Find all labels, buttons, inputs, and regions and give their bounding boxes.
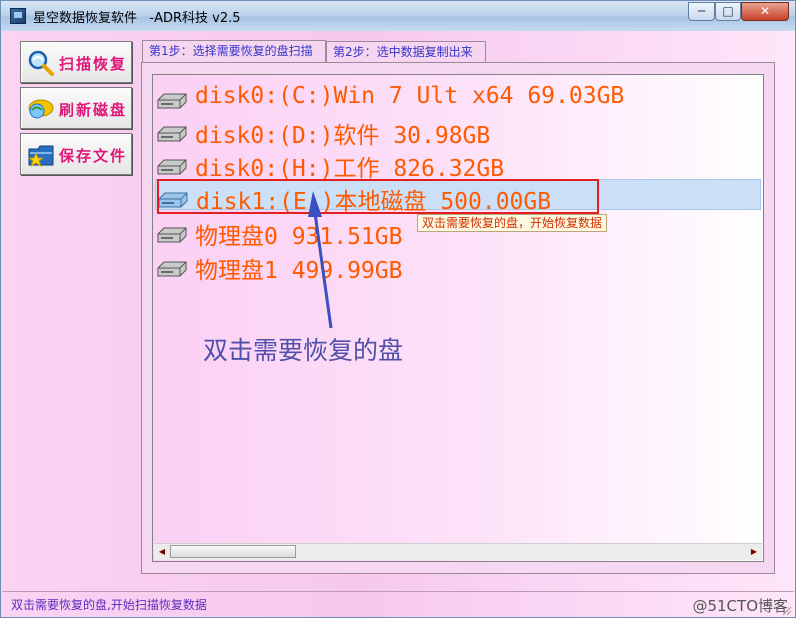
scan-recover-label: 扫描恢复 — [59, 55, 128, 73]
title-bar[interactable]: 星空数据恢复软件 -ADR科技 v2.5 ─ □ ✕ — [1, 1, 795, 31]
window-title: 星空数据恢复软件 -ADR科技 v2.5 — [33, 11, 241, 26]
hard-disk-icon — [157, 93, 187, 109]
tooltip: 双击需要恢复的盘，开始恢复数据 — [417, 214, 608, 232]
horizontal-scrollbar[interactable]: ◀ ▶ — [154, 543, 762, 560]
save-file-button[interactable]: 保存文件 — [20, 133, 132, 175]
disk-list[interactable]: disk0:(C:)Win 7 Ult x64 69.03GB disk0:(D… — [152, 74, 764, 562]
highlight-box — [157, 179, 599, 214]
tab-step1[interactable]: 第1步：选择需要恢复的盘扫描 — [142, 40, 326, 63]
scroll-thumb[interactable] — [170, 545, 296, 558]
minimize-button[interactable]: ─ — [688, 2, 715, 21]
disk-label: disk0:(H:)工作 826.32GB — [195, 156, 505, 182]
disk-label: disk0:(C:)Win 7 Ult x64 69.03GB — [195, 83, 625, 109]
disk-label: 物理盘0 931.51GB — [195, 224, 403, 250]
resize-grip-icon[interactable] — [782, 606, 792, 616]
close-button[interactable]: ✕ — [741, 2, 789, 21]
magnifier-icon — [28, 50, 54, 76]
watermark: @51CTO博客 — [692, 597, 788, 615]
disk-label: 物理盘1 499.99GB — [195, 258, 403, 284]
app-window: 星空数据恢复软件 -ADR科技 v2.5 ─ □ ✕ 扫描恢复 刷新磁盘 保存文… — [0, 0, 796, 618]
disk-label: disk0:(D:)软件 30.98GB — [195, 123, 491, 149]
hard-disk-icon — [157, 126, 187, 142]
disk-item[interactable]: disk0:(H:)工作 826.32GB — [155, 147, 761, 182]
folder-star-icon — [27, 145, 54, 167]
globe-icon — [28, 99, 54, 119]
hard-disk-icon — [157, 159, 187, 175]
tab-step2[interactable]: 第2步：选中数据复制出来 — [326, 41, 486, 62]
annotation-text: 双击需要恢复的盘 — [203, 336, 404, 365]
refresh-disk-label: 刷新磁盘 — [59, 101, 128, 119]
hard-disk-icon — [157, 261, 187, 277]
disk-item[interactable]: disk0:(D:)软件 30.98GB — [155, 114, 761, 149]
status-bar: 双击需要恢复的盘,开始扫描恢复数据 @51CTO博客 — [2, 591, 794, 618]
scroll-right-icon[interactable]: ▶ — [747, 545, 761, 559]
maximize-button[interactable]: □ — [715, 2, 741, 21]
disk-item[interactable]: 物理盘1 499.99GB — [155, 249, 761, 284]
refresh-disk-button[interactable]: 刷新磁盘 — [20, 87, 132, 129]
disk-item[interactable]: disk0:(C:)Win 7 Ult x64 69.03GB — [155, 81, 761, 112]
status-text: 双击需要恢复的盘,开始扫描恢复数据 — [11, 598, 207, 612]
save-file-label: 保存文件 — [59, 147, 128, 165]
app-icon — [10, 8, 26, 24]
hard-disk-icon — [157, 227, 187, 243]
scroll-left-icon[interactable]: ◀ — [155, 545, 169, 559]
scan-recover-button[interactable]: 扫描恢复 — [20, 41, 132, 83]
